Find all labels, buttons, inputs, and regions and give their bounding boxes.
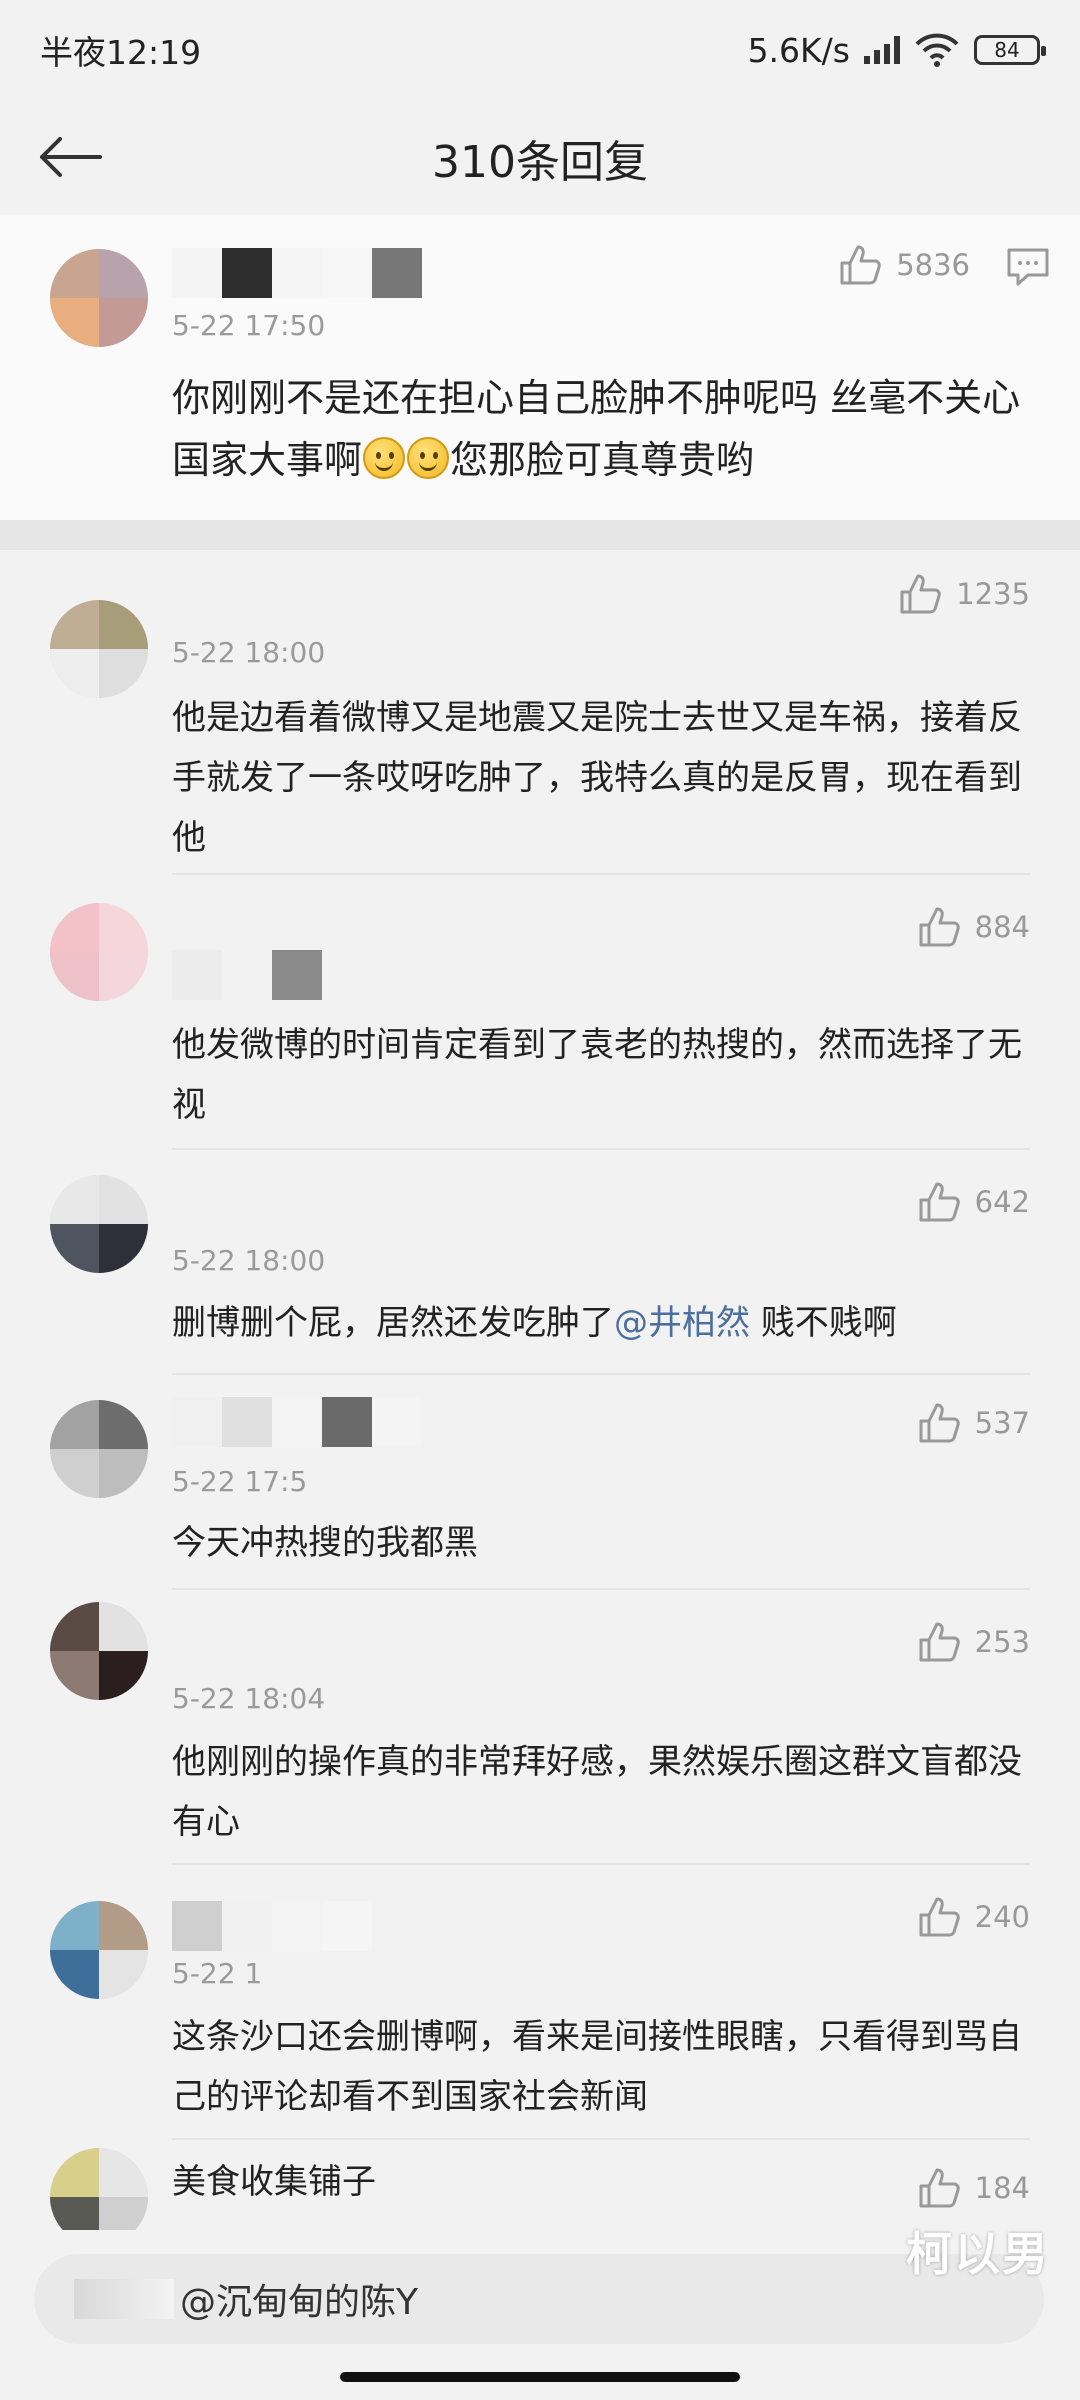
reply-prefix-obscured xyxy=(74,2279,174,2319)
username-obscured xyxy=(172,1397,422,1447)
mention-link[interactable]: @井柏然 xyxy=(614,1303,750,1343)
reply-input-placeholder: @沉甸甸的陈Y xyxy=(180,2282,418,2323)
nav-bar: 310条回复 xyxy=(0,100,1080,215)
like-count: 253 xyxy=(974,1625,1030,1659)
back-arrow-icon xyxy=(40,137,102,177)
like-count: 537 xyxy=(974,1406,1030,1440)
status-time: 半夜12:19 xyxy=(40,33,202,72)
like-count: 1235 xyxy=(956,577,1030,611)
avatar[interactable] xyxy=(50,249,148,347)
like-button[interactable]: 537 xyxy=(917,1401,1030,1445)
reply-item[interactable]: 5-22 17:5 537 今天冲热搜的我都黑 xyxy=(0,1375,1080,1590)
comment-text: 删博删个屁，居然还发吃肿了@井柏然 贱不贱啊 xyxy=(172,1293,1032,1353)
thumbs-up-icon xyxy=(900,574,941,614)
reply-item[interactable]: 5-22 18:00 1235 他是边看着微博又是地震又是院士去世又是车祸，接着… xyxy=(0,550,1080,875)
reply-item[interactable]: 5-22 18:04 253 他刚刚的操作真的非常拜好感，果然娱乐圈这群文盲都没… xyxy=(0,1590,1080,1865)
avatar[interactable] xyxy=(50,1901,148,1999)
comment-time: 5-22 18:00 xyxy=(172,636,326,669)
comment-time: 5-22 17:5 xyxy=(172,1465,308,1498)
like-button[interactable]: 5836 xyxy=(838,243,970,287)
username-obscured xyxy=(172,950,322,1000)
like-count: 240 xyxy=(974,1900,1030,1934)
comment-text-part: 贱不贱啊 xyxy=(750,1303,897,1343)
comment-text-part: 删博删个屁，居然还发吃肿了 xyxy=(172,1303,614,1343)
avatar[interactable] xyxy=(50,1400,148,1498)
thumbs-up-icon xyxy=(919,1622,960,1662)
like-count: 5836 xyxy=(896,248,970,282)
thumbs-up-icon xyxy=(919,1182,960,1222)
smile-emoji-icon xyxy=(363,437,406,479)
network-speed: 5.6K/s xyxy=(747,30,850,70)
signal-icon xyxy=(864,36,900,64)
reply-icon[interactable] xyxy=(1006,247,1050,287)
thumbs-up-icon xyxy=(840,245,881,285)
back-button[interactable] xyxy=(30,122,110,192)
username[interactable]: 美食收集铺子 xyxy=(172,2152,1032,2212)
section-divider xyxy=(0,520,1080,550)
avatar[interactable] xyxy=(50,903,148,1001)
avatar[interactable] xyxy=(50,1175,148,1273)
status-indicators: 5.6K/s 84 xyxy=(747,30,1046,70)
like-count: 642 xyxy=(974,1185,1030,1219)
reply-item[interactable]: 884 他发微博的时间肯定看到了袁老的热搜的，然而选择了无视 xyxy=(0,875,1080,1150)
like-button[interactable]: 884 xyxy=(917,905,1030,949)
username-obscured xyxy=(172,248,422,298)
comment-text: 这条沙口还会删博啊，看来是间接性眼瞎，只看得到骂自己的评论却看不到国家社会新闻 xyxy=(172,2017,1022,2117)
like-button[interactable]: 1235 xyxy=(898,572,1030,616)
watermark: 柯以男 xyxy=(906,2227,1050,2281)
comment-text: 你刚刚不是还在担心自己脸肿不肿呢吗 丝毫不关心国家大事啊 您那脸可真尊贵哟 xyxy=(172,367,1032,491)
reply-item[interactable]: 5-22 1 240 这条沙口还会删博啊，看来是间接性眼瞎，只看得到骂自己的评论… xyxy=(0,1865,1080,2140)
smile-emoji-icon xyxy=(407,437,450,479)
thumbs-up-icon xyxy=(919,1403,960,1443)
avatar[interactable] xyxy=(50,600,148,698)
home-indicator[interactable] xyxy=(340,2372,740,2382)
reply-item[interactable]: 5-22 18:00 642 删博删个屁，居然还发吃肿了@井柏然 贱不贱啊 xyxy=(0,1150,1080,1375)
comment-text: 他刚刚的操作真的非常拜好感，果然娱乐圈这群文盲都没有心 xyxy=(172,1742,1022,1842)
username-obscured xyxy=(172,1901,372,1951)
comment-time: 5-22 1 xyxy=(172,1957,263,1990)
like-count: 884 xyxy=(974,910,1030,944)
like-button[interactable]: 184 xyxy=(917,2166,1030,2210)
comment-time: 5-22 17:50 xyxy=(172,309,326,342)
top-comment[interactable]: 5-22 17:50 5836 你刚刚不是还在担心自己脸肿不肿呢吗 丝毫不关心国… xyxy=(0,215,1080,520)
thumbs-up-icon xyxy=(919,907,960,947)
comment-time: 5-22 18:04 xyxy=(172,1682,326,1715)
comment-text: 今天冲热搜的我都黑 xyxy=(172,1523,478,1563)
avatar[interactable] xyxy=(50,1602,148,1700)
like-count: 184 xyxy=(974,2171,1030,2205)
reply-input[interactable]: @沉甸甸的陈Y xyxy=(34,2254,1044,2344)
comment-text: 他是边看着微博又是地震又是院士去世又是车祸，接着反手就发了一条哎呀吃肿了，我特么… xyxy=(172,698,1022,858)
thumbs-up-icon xyxy=(919,1897,960,1937)
like-button[interactable]: 240 xyxy=(917,1895,1030,1939)
status-bar: 半夜12:19 5.6K/s 84 xyxy=(0,0,1080,100)
page-title: 310条回复 xyxy=(432,136,648,188)
thumbs-up-icon xyxy=(919,2168,960,2208)
comment-text-part: 您那脸可真尊贵哟 xyxy=(450,438,755,482)
wifi-icon xyxy=(915,33,959,67)
like-button[interactable]: 253 xyxy=(917,1620,1030,1664)
comment-time: 5-22 18:00 xyxy=(172,1244,326,1277)
battery-icon: 84 xyxy=(974,35,1046,65)
like-button[interactable]: 642 xyxy=(917,1180,1030,1224)
reply-item[interactable]: 美食收集铺子 184 xyxy=(0,2140,1080,2246)
comment-text: 他发微博的时间肯定看到了袁老的热搜的，然而选择了无视 xyxy=(172,1025,1022,1125)
battery-level: 84 xyxy=(994,38,1020,62)
